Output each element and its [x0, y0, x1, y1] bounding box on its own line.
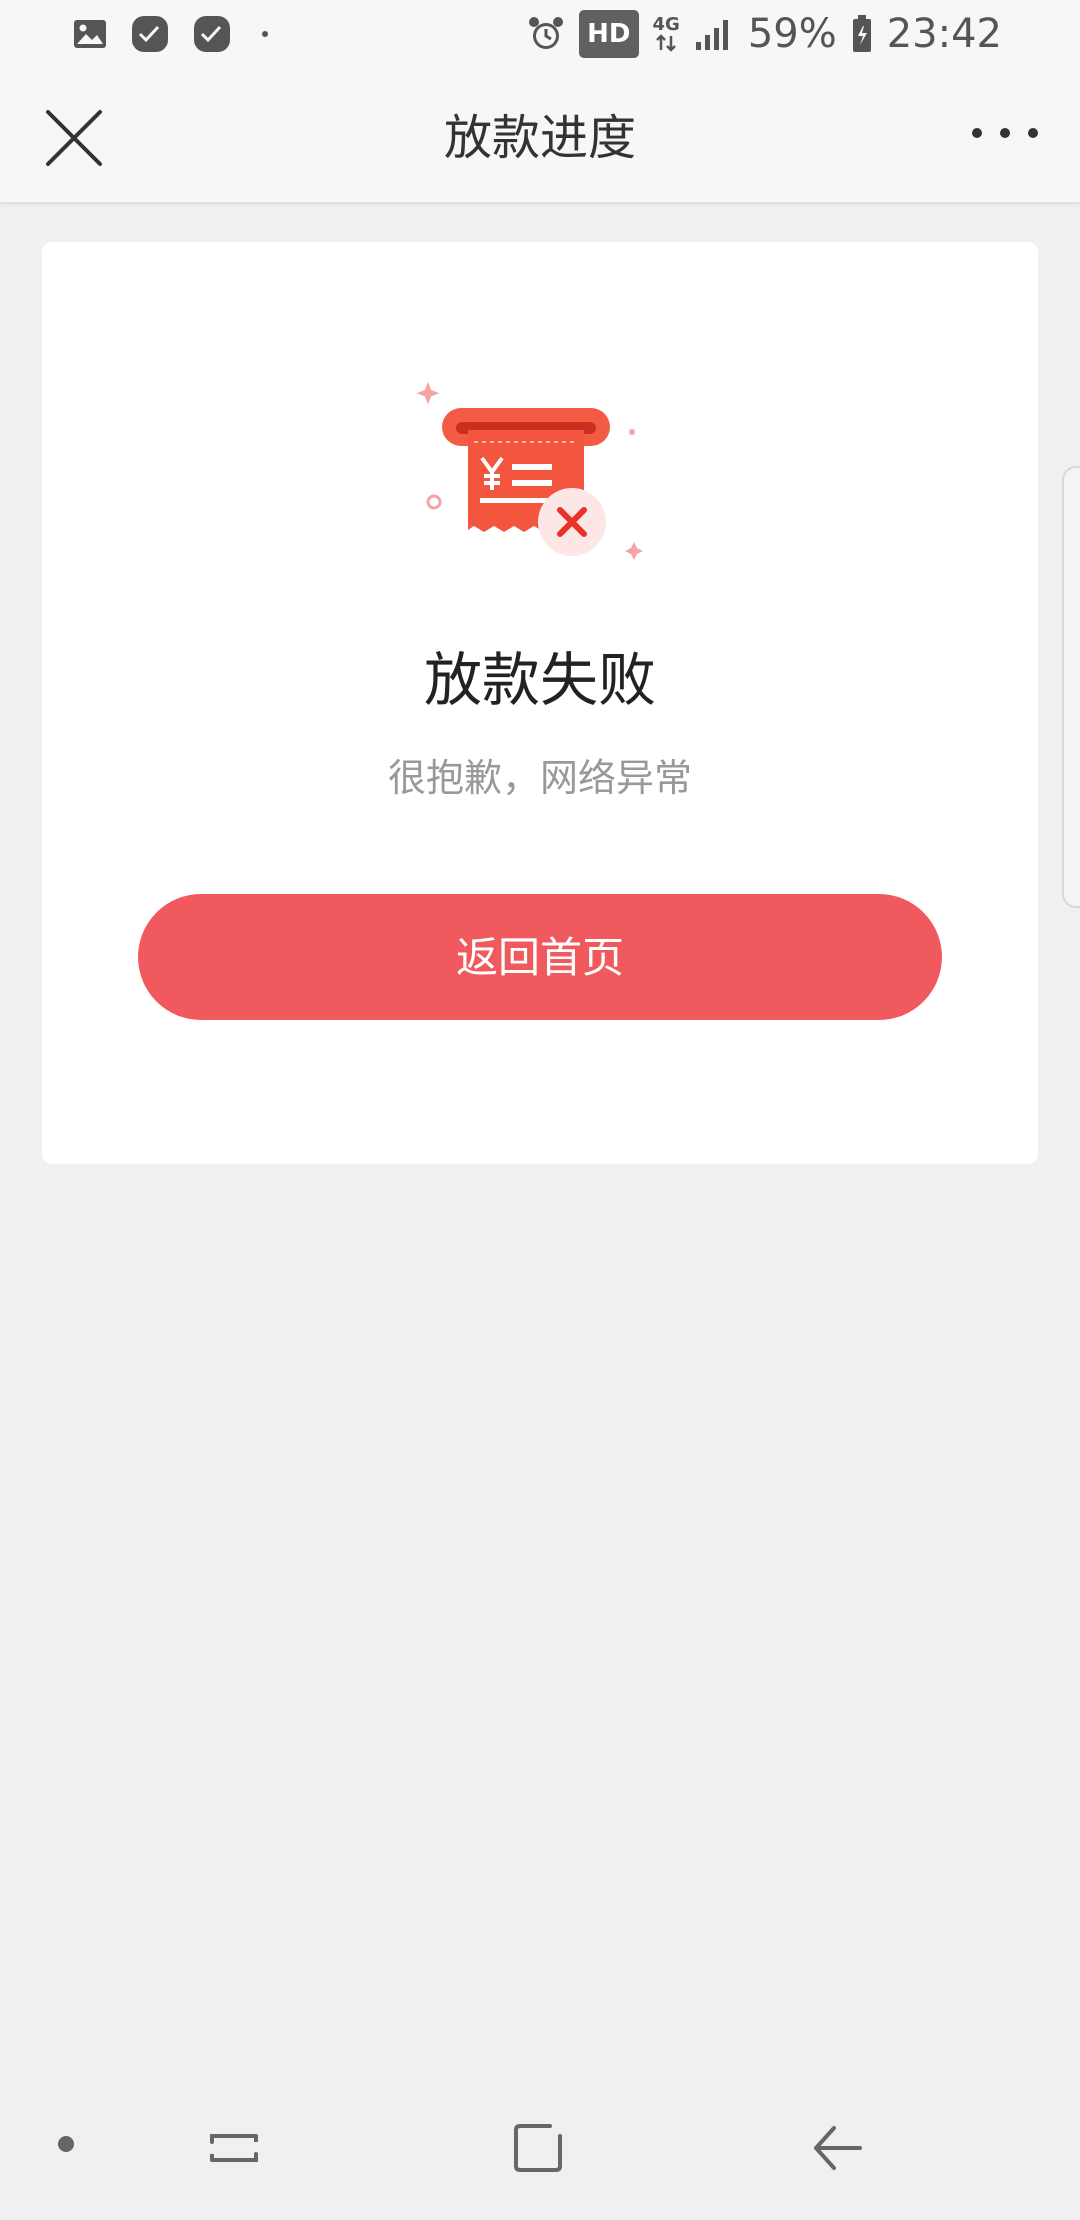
- network-indicator: 4G: [653, 16, 680, 52]
- home-icon[interactable]: [510, 2120, 566, 2180]
- app-notification-icon: [130, 14, 170, 54]
- receipt-failed-icon: [412, 372, 672, 592]
- back-home-button[interactable]: 返回首页: [138, 894, 942, 1020]
- back-icon[interactable]: [810, 2120, 866, 2180]
- more-icon: [1000, 128, 1010, 138]
- result-card: 放款失败 很抱歉，网络异常 返回首页: [42, 242, 1038, 1164]
- navigation-bar: 放款进度: [0, 72, 1080, 203]
- result-subtitle: 很抱歉，网络异常: [387, 756, 692, 800]
- edge-panel-handle[interactable]: [1062, 466, 1080, 908]
- more-notifications-dot-icon: [262, 31, 268, 37]
- alarm-icon: [527, 15, 565, 53]
- gallery-icon: [72, 16, 108, 52]
- recents-icon[interactable]: [206, 2120, 262, 2180]
- hd-badge: HD: [579, 10, 639, 58]
- system-navigation-bar: [0, 2080, 1080, 2220]
- status-bar: HD 4G 59% 23:42: [0, 0, 1080, 72]
- page-title: 放款进度: [443, 110, 636, 166]
- clock: 23:42: [886, 11, 1002, 57]
- network-label: 4G: [652, 14, 680, 35]
- status-bar-system: HD 4G 59% 23:42: [527, 10, 1002, 58]
- more-icon: [972, 128, 982, 138]
- more-icon: [1028, 128, 1038, 138]
- home-dot-icon: [56, 2134, 76, 2158]
- data-arrows-icon: [656, 34, 677, 52]
- signal-icon: [694, 16, 734, 52]
- result-title: 放款失败: [423, 646, 656, 714]
- status-bar-notifications: [72, 14, 268, 54]
- battery-icon: [851, 14, 873, 54]
- app-notification-icon: [192, 14, 232, 54]
- more-button[interactable]: [972, 128, 1038, 138]
- battery-percent: 59%: [747, 11, 837, 57]
